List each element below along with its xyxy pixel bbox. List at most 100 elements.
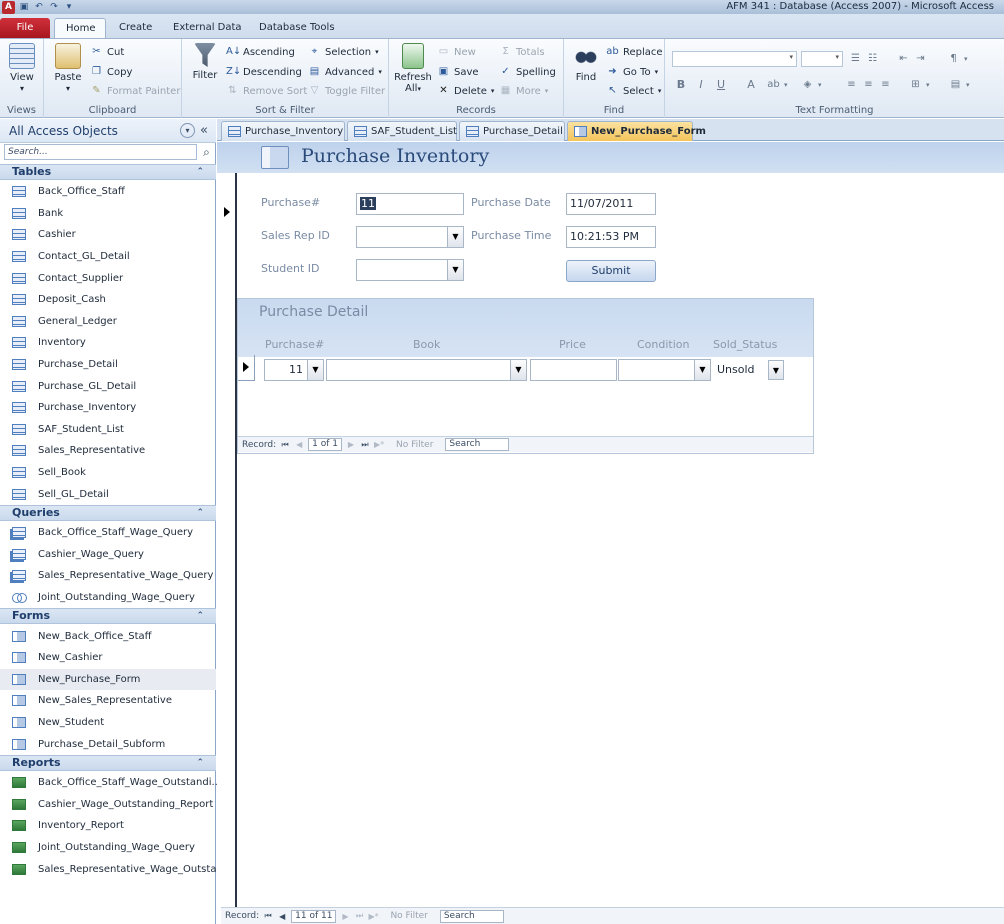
- nav-item-table[interactable]: Contact_GL_Detail: [0, 246, 216, 268]
- doc-tab-purchase-inventory[interactable]: Purchase_Inventory: [221, 121, 345, 141]
- nav-item-table[interactable]: Sales_Representative: [0, 440, 216, 462]
- bullets-button[interactable]: ☰ ☷: [849, 51, 879, 67]
- sales-rep-id-combo[interactable]: ▼: [356, 226, 464, 248]
- replace-button[interactable]: ab Replace: [606, 44, 662, 60]
- dropdown-arrow-icon[interactable]: ▼: [447, 227, 463, 247]
- doc-tab-purchase-detail[interactable]: Purchase_Detail: [459, 121, 565, 141]
- subform-search-input[interactable]: Search: [445, 438, 510, 451]
- highlight-button[interactable]: ab ▾: [767, 77, 787, 93]
- nav-item-table[interactable]: General_Ledger: [0, 311, 216, 333]
- nav-item-table[interactable]: SAF_Student_List: [0, 419, 216, 441]
- tab-database-tools[interactable]: Database Tools: [248, 18, 346, 38]
- bold-button[interactable]: B: [672, 76, 690, 94]
- record-position[interactable]: 11 of 11: [291, 909, 337, 923]
- tab-external-data[interactable]: External Data: [162, 18, 253, 38]
- purchase-no-field[interactable]: 11: [356, 193, 464, 215]
- first-record-icon[interactable]: ⏮: [263, 911, 273, 921]
- doc-tab-new-purchase-form[interactable]: New_Purchase_Form: [567, 121, 706, 141]
- gridlines-button[interactable]: ⊞ ▾: [909, 77, 929, 93]
- align-buttons[interactable]: ≡ ≡ ≡: [845, 77, 892, 93]
- nav-item-table[interactable]: Purchase_GL_Detail: [0, 375, 216, 397]
- undo-icon[interactable]: ↶: [33, 1, 45, 13]
- fill-color-button[interactable]: ◈ ▾: [801, 77, 822, 93]
- format-painter-button[interactable]: ✎ Format Painter: [90, 83, 180, 99]
- subform-record-selector[interactable]: [238, 355, 255, 381]
- tab-home[interactable]: Home: [54, 18, 106, 38]
- search-input[interactable]: Search: [439, 909, 504, 923]
- nav-item-form[interactable]: New_Back_Office_Staff: [0, 625, 216, 647]
- record-selector[interactable]: [217, 173, 237, 907]
- ascending-button[interactable]: A↓ Ascending: [226, 44, 295, 60]
- search-icon[interactable]: ⌕: [199, 144, 214, 160]
- new-record-icon[interactable]: ▶*: [374, 440, 384, 449]
- customize-icon[interactable]: ▾: [63, 1, 75, 13]
- nav-item-report[interactable]: Joint_Outstanding_Wage_Query: [0, 837, 216, 859]
- nav-item-form[interactable]: New_Student: [0, 712, 216, 734]
- subform-book-combo[interactable]: ▼: [326, 359, 527, 381]
- underline-button[interactable]: U: [712, 76, 730, 94]
- selection-button[interactable]: ⌖ Selection ▾: [308, 44, 379, 60]
- nav-item-report[interactable]: Inventory_Report: [0, 815, 216, 837]
- next-record-icon[interactable]: ▶: [340, 912, 350, 921]
- new-record-icon[interactable]: ▶*: [368, 912, 378, 921]
- nav-item-table[interactable]: Back_Office_Staff: [0, 181, 216, 203]
- nav-item-table[interactable]: Contact_Supplier: [0, 267, 216, 289]
- nav-section-reports[interactable]: Reports ⌃: [0, 755, 216, 771]
- nav-item-table[interactable]: Cashier: [0, 224, 216, 246]
- toggle-filter-button[interactable]: ▽ Toggle Filter: [308, 83, 385, 99]
- copy-button[interactable]: ❐ Copy: [90, 64, 132, 80]
- nav-item-form[interactable]: New_Cashier: [0, 647, 216, 669]
- more-button[interactable]: ▦ More ▾: [499, 83, 549, 99]
- nav-search-input[interactable]: Search...: [4, 144, 197, 160]
- subform-condition-combo[interactable]: ▼: [618, 359, 711, 381]
- select-button[interactable]: ↖ Select ▾: [606, 83, 661, 99]
- totals-button[interactable]: Σ Totals: [499, 44, 544, 60]
- nav-section-forms[interactable]: Forms ⌃: [0, 608, 216, 625]
- font-name-select[interactable]: ▾: [672, 51, 797, 67]
- nav-section-queries[interactable]: Queries ⌃: [0, 505, 216, 521]
- new-record-button[interactable]: ▭ New: [437, 44, 476, 60]
- collapse-pane-icon[interactable]: «: [200, 123, 208, 138]
- no-filter-indicator[interactable]: No Filter: [390, 911, 427, 921]
- collapse-section-icon[interactable]: ⌃: [196, 756, 204, 770]
- nav-section-tables[interactable]: Tables ⌃: [0, 164, 216, 180]
- dropdown-arrow-icon[interactable]: ▼: [307, 360, 323, 380]
- spelling-button[interactable]: ✓ Spelling: [499, 64, 556, 80]
- advanced-button[interactable]: ▤ Advanced ▾: [308, 64, 382, 80]
- subform-sold-status-combo[interactable]: Unsold ▼: [713, 359, 785, 381]
- cut-button[interactable]: ✂ Cut: [90, 44, 124, 60]
- paragraph-direction-button[interactable]: ¶ ▾: [947, 51, 967, 67]
- collapse-section-icon[interactable]: ⌃: [196, 165, 204, 179]
- nav-item-table[interactable]: Inventory: [0, 332, 216, 354]
- subform-record-position[interactable]: 1 of 1: [308, 438, 342, 451]
- nav-item-query[interactable]: Joint_Outstanding_Wage_Query: [0, 587, 216, 609]
- collapse-section-icon[interactable]: ⌃: [196, 609, 204, 623]
- save-icon[interactable]: ▣: [18, 1, 30, 13]
- nav-item-report[interactable]: Cashier_Wage_Outstanding_Report: [0, 794, 216, 816]
- descending-button[interactable]: Z↓ Descending: [226, 64, 302, 80]
- nav-item-table[interactable]: Purchase_Inventory: [0, 397, 216, 419]
- submit-button[interactable]: Submit: [566, 260, 656, 282]
- dropdown-arrow-icon[interactable]: ▼: [768, 360, 784, 380]
- find-button[interactable]: Find: [568, 43, 604, 83]
- nav-item-table[interactable]: Bank: [0, 203, 216, 225]
- last-record-icon[interactable]: ⏭: [354, 911, 364, 921]
- nav-item-form[interactable]: Purchase_Detail_Subform: [0, 733, 216, 755]
- tab-file[interactable]: File: [0, 18, 50, 38]
- purchase-time-field[interactable]: 10:21:53 PM: [566, 226, 656, 248]
- refresh-all-button[interactable]: Refresh All▾: [393, 43, 433, 95]
- paste-button[interactable]: Paste ▾: [50, 43, 86, 94]
- redo-icon[interactable]: ↷: [48, 1, 60, 13]
- nav-item-table[interactable]: Sell_Book: [0, 462, 216, 484]
- dropdown-arrow-icon[interactable]: ▼: [447, 260, 463, 280]
- doc-tab-saf-student-list[interactable]: SAF_Student_List: [347, 121, 457, 141]
- collapse-section-icon[interactable]: ⌃: [196, 506, 204, 520]
- nav-item-table[interactable]: Sell_GL_Detail: [0, 483, 216, 505]
- nav-item-report[interactable]: Sales_Representative_Wage_Outsta...: [0, 858, 226, 880]
- previous-record-icon[interactable]: ◀: [277, 912, 287, 921]
- goto-button[interactable]: ➜ Go To ▾: [606, 64, 658, 80]
- nav-pane-title[interactable]: All Access Objects: [9, 124, 118, 138]
- nav-item-query[interactable]: Back_Office_Staff_Wage_Query: [0, 522, 216, 544]
- previous-record-icon[interactable]: ◀: [294, 440, 304, 449]
- font-size-select[interactable]: ▾: [801, 51, 843, 67]
